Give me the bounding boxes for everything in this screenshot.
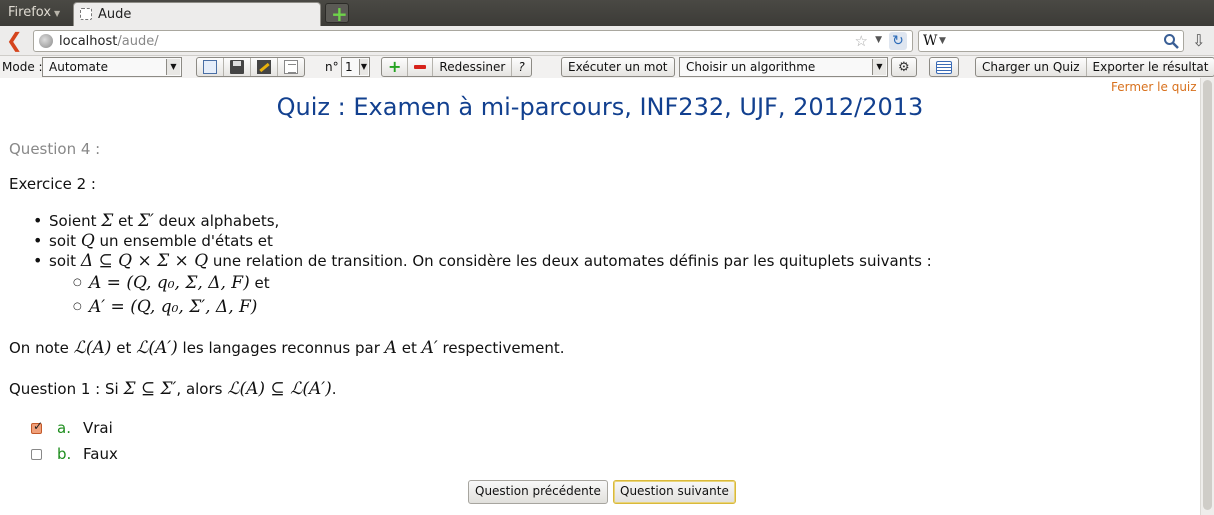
answer-option-a[interactable]: a. Vrai — [31, 418, 113, 438]
new-document-icon — [203, 60, 217, 74]
save-icon — [230, 60, 244, 74]
answer-text: Faux — [83, 445, 118, 463]
redraw-button[interactable]: Redessiner — [433, 58, 513, 76]
list-item: soit Q un ensemble d'états et — [33, 231, 932, 251]
edit-pencil-icon — [257, 60, 271, 74]
browser-tab[interactable]: Aude — [73, 2, 321, 26]
question-statement: Question 1 : Si Σ ⊆ Σ′, alors ℒ(A) ⊆ ℒ(A… — [9, 379, 337, 399]
mode-label: Mode : — [2, 60, 43, 74]
file-button-group — [196, 57, 305, 77]
plus-icon: + — [331, 2, 348, 26]
next-question-button[interactable]: Question suivante — [613, 480, 736, 504]
reload-icon[interactable]: ↻ — [889, 32, 907, 50]
url-text: localhost/aude/ — [59, 34, 159, 49]
answer-letter: a. — [57, 419, 71, 437]
new-tab-button[interactable]: + — [325, 2, 349, 26]
answer-letter: b. — [57, 445, 72, 463]
quiz-title: Quiz : Examen à mi-parcours, INF232, UJF… — [276, 93, 924, 121]
chevron-down-icon: ▼ — [872, 59, 886, 75]
exercise-heading: Exercice 2 : — [9, 175, 96, 193]
language-note: On note ℒ(A) et ℒ(A′) les langages recon… — [9, 338, 565, 358]
export-document-button[interactable] — [278, 58, 304, 76]
run-word-button[interactable]: Exécuter un mot — [562, 58, 674, 76]
plus-icon: + — [388, 57, 402, 76]
run-word-group: Exécuter un mot — [561, 57, 675, 77]
quiz-button-group: Charger un Quiz Exporter le résultat — [975, 57, 1214, 77]
remove-automaton-button[interactable] — [408, 58, 434, 76]
algorithm-select[interactable]: Choisir un algorithme ▼ — [679, 57, 888, 77]
automaton-number-select[interactable]: 1 ▼ — [341, 57, 370, 77]
question-number: Question 4 : — [9, 140, 101, 158]
tab-title: Aude — [98, 7, 132, 22]
list-view-button[interactable] — [930, 58, 958, 76]
search-engine-icon[interactable]: W — [923, 33, 937, 49]
chevron-down-icon: ▼ — [166, 59, 180, 75]
firefox-menu-label: Firefox — [8, 5, 52, 20]
new-file-button[interactable] — [197, 58, 224, 76]
load-quiz-button[interactable]: Charger un Quiz — [976, 58, 1087, 76]
browser-tab-bar: Firefox ▼ Aude + — [0, 0, 1214, 26]
save-button[interactable] — [224, 58, 251, 76]
minus-icon — [414, 65, 427, 69]
answer-checkbox-a[interactable] — [31, 419, 43, 434]
answer-text: Vrai — [83, 419, 113, 437]
export-result-button[interactable]: Exporter le résultat — [1087, 58, 1214, 76]
mode-select-value: Automate — [49, 60, 108, 74]
answer-checkbox-b[interactable] — [31, 448, 42, 460]
search-bar[interactable]: W ▼ — [918, 30, 1184, 52]
url-host: localhost — [59, 34, 118, 49]
document-icon — [284, 60, 298, 74]
chevron-down-icon[interactable]: ▼ — [939, 36, 946, 46]
automaton-number-value: 1 — [345, 60, 353, 74]
list-item: soit Δ ⊆ Q × Σ × Q une relation de trans… — [33, 251, 932, 271]
list-view-group — [929, 57, 959, 77]
edit-button-group: + Redessiner ? — [381, 57, 532, 77]
algorithm-run-group: ⚙ — [891, 57, 917, 77]
gear-icon: ⚙ — [898, 59, 910, 75]
list-item: Soient Σ et Σ′ deux alphabets, — [33, 211, 932, 231]
edit-button[interactable] — [251, 58, 278, 76]
page-scrollbar[interactable] — [1200, 78, 1214, 515]
url-path: /aude/ — [117, 34, 159, 49]
automata-definition-list: A = (Q, q₀, Σ, Δ, F) et A′ = (Q, q₀, Σ′,… — [73, 271, 270, 319]
chevron-down-icon: ▼ — [54, 9, 61, 18]
back-arrow-icon[interactable]: ❮ — [6, 28, 23, 52]
add-automaton-button[interactable]: + — [382, 57, 409, 76]
number-label: n° — [325, 60, 339, 74]
answer-option-b[interactable]: b. Faux — [31, 444, 118, 464]
mode-select[interactable]: Automate ▼ — [42, 57, 182, 77]
algorithm-select-value: Choisir un algorithme — [686, 60, 816, 74]
list-item: A = (Q, q₀, Σ, Δ, F) et — [73, 271, 270, 295]
scrollbar-thumb[interactable] — [1203, 80, 1212, 510]
algorithm-settings-button[interactable]: ⚙ — [892, 58, 916, 76]
previous-question-button[interactable]: Question précédente — [468, 480, 608, 504]
browser-nav-bar: ❮ localhost/aude/ ☆ ▼ ↻ W ▼ ⇩ — [0, 26, 1214, 56]
url-bar[interactable]: localhost/aude/ ☆ ▼ ↻ — [33, 30, 913, 52]
globe-icon — [39, 34, 53, 48]
close-quiz-link[interactable]: Fermer le quiz — [1111, 80, 1197, 94]
draw-help-button[interactable]: ? — [512, 58, 530, 76]
chevron-down-icon: ▼ — [359, 59, 368, 75]
list-item: A′ = (Q, q₀, Σ′, Δ, F) — [73, 295, 270, 319]
list-icon — [936, 60, 952, 74]
exercise-bullet-list: Soient Σ et Σ′ deux alphabets, soit Q un… — [33, 211, 932, 271]
download-icon[interactable]: ⇩ — [1192, 31, 1205, 50]
search-icon[interactable] — [1163, 33, 1179, 49]
page-favicon-icon — [80, 8, 92, 20]
firefox-menu-button[interactable]: Firefox ▼ — [8, 5, 60, 20]
history-dropdown-icon[interactable]: ▼ — [875, 35, 882, 45]
app-toolbar: Mode : Automate ▼ n° 1 ▼ + Redessiner ? … — [0, 56, 1214, 78]
bookmark-star-icon[interactable]: ☆ — [855, 32, 868, 50]
pen-help-icon: ? — [518, 60, 525, 74]
